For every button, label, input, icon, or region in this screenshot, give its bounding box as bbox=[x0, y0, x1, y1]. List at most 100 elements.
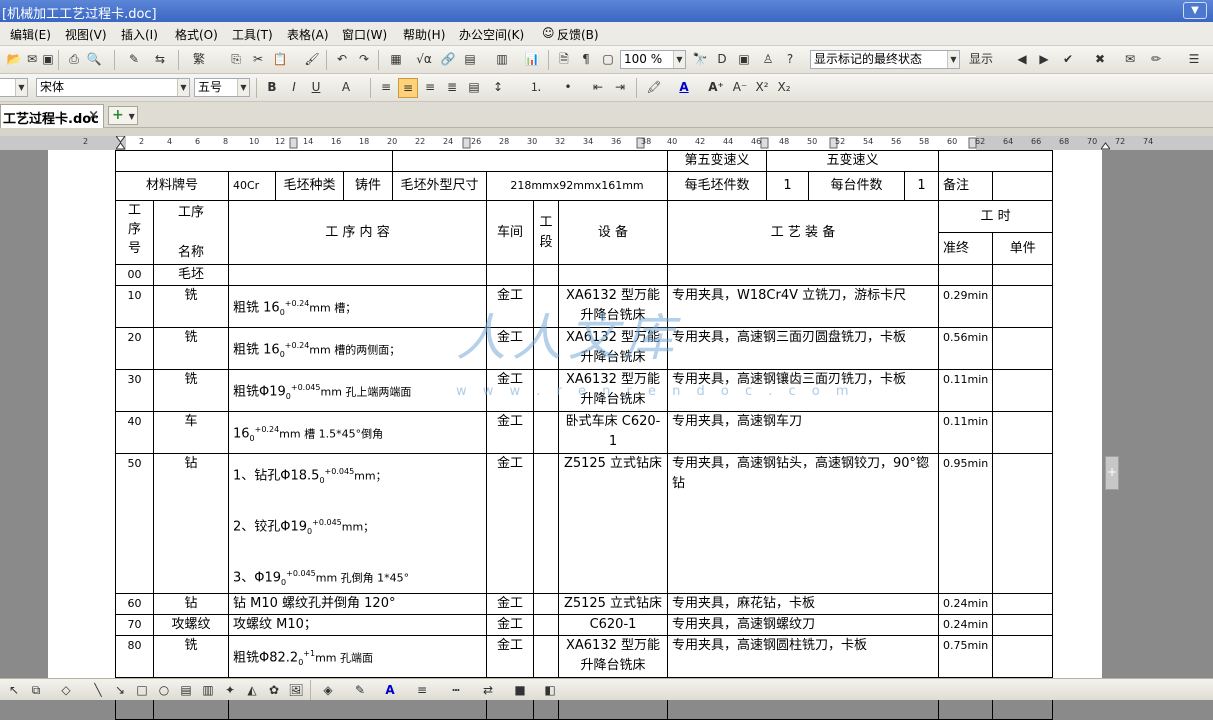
subscript-icon[interactable]: X₂ bbox=[774, 78, 794, 98]
align-center-icon[interactable]: ≡ bbox=[398, 78, 418, 98]
chevron-down-icon[interactable]: ▼ bbox=[947, 51, 959, 68]
table-icon[interactable]: ▤ bbox=[460, 50, 480, 70]
print-icon[interactable]: ⎙ bbox=[64, 50, 84, 70]
3d-icon[interactable]: ◧ bbox=[540, 681, 560, 701]
wordart-icon[interactable]: ✦ bbox=[220, 681, 240, 701]
rectangle-icon[interactable]: □ bbox=[132, 681, 152, 701]
fill-color-icon[interactable]: ◈ bbox=[318, 681, 338, 701]
textbox-icon[interactable]: ▤ bbox=[176, 681, 196, 701]
column-marker-icon[interactable] bbox=[289, 136, 298, 150]
spell-icon[interactable]: ✎ bbox=[124, 50, 144, 70]
side-panel-toggle[interactable]: + bbox=[1105, 456, 1119, 490]
clipart-icon[interactable]: ✿ bbox=[264, 681, 284, 701]
select-cursor-icon[interactable]: ↖ bbox=[4, 681, 24, 701]
pdf-icon[interactable]: ▣ bbox=[38, 50, 58, 70]
line-spacing-icon[interactable]: ↕ bbox=[488, 78, 508, 98]
dash-style-icon[interactable]: ┅ bbox=[446, 681, 466, 701]
align-right-icon[interactable]: ≡ bbox=[420, 78, 440, 98]
chevron-down-icon[interactable]: ▼ bbox=[177, 79, 189, 96]
picture-icon[interactable]: 🖼 bbox=[286, 681, 306, 701]
zoom-select[interactable]: 100 % ▼ bbox=[620, 50, 686, 69]
open-icon[interactable]: 📂 bbox=[4, 50, 24, 70]
column-marker-icon[interactable] bbox=[462, 136, 471, 150]
menu-feedback[interactable]: 反馈(B) bbox=[557, 26, 599, 43]
right-indent-icon[interactable] bbox=[1101, 136, 1110, 150]
menu-format[interactable]: 格式(O) bbox=[175, 26, 218, 43]
menu-tools[interactable]: 工具(T) bbox=[232, 26, 273, 43]
review-pane-icon[interactable]: ☰ bbox=[1184, 50, 1204, 70]
menu-view[interactable]: 视图(V) bbox=[65, 26, 107, 43]
bold-icon[interactable]: B bbox=[262, 78, 282, 98]
grow-font-icon[interactable]: A⁺ bbox=[706, 78, 726, 98]
print-preview-icon[interactable]: 🔍 bbox=[84, 50, 104, 70]
line-style-icon[interactable]: ≡ bbox=[412, 681, 432, 701]
new-tab-button[interactable]: + ▼ bbox=[108, 106, 138, 125]
highlight-icon[interactable]: ✏ bbox=[1146, 50, 1166, 70]
chevron-down-icon[interactable]: ▼ bbox=[15, 79, 27, 96]
menu-edit[interactable]: 编辑(E) bbox=[10, 26, 51, 43]
traditional-chinese-button[interactable]: 繁 bbox=[186, 50, 212, 70]
arrow-style-icon[interactable]: ⇄ bbox=[478, 681, 498, 701]
undo-icon[interactable]: ↶ bbox=[332, 50, 352, 70]
next-change-icon[interactable]: ▶ bbox=[1034, 50, 1054, 70]
column-marker-icon[interactable] bbox=[760, 136, 769, 150]
chevron-down-icon[interactable]: ▼ bbox=[237, 79, 249, 96]
oval-icon[interactable]: ○ bbox=[154, 681, 174, 701]
find-icon[interactable]: 🔭 bbox=[690, 50, 710, 70]
horizontal-ruler[interactable]: 2 2 4 6 8 10 12 14 16 18 20 22 24 26 28 … bbox=[0, 136, 1213, 150]
columns-icon[interactable]: ▥ bbox=[492, 50, 512, 70]
paste-icon[interactable]: 📋 bbox=[270, 50, 290, 70]
close-icon[interactable]: × bbox=[88, 108, 99, 123]
window-menu-button[interactable]: ▼ bbox=[1183, 2, 1207, 19]
help-icon[interactable]: ? bbox=[780, 50, 800, 70]
box-icon[interactable]: ▣ bbox=[734, 50, 754, 70]
reject-change-icon[interactable]: ✖ bbox=[1090, 50, 1110, 70]
split-icon[interactable]: ⇆ bbox=[150, 50, 170, 70]
show-hide-icon[interactable]: ▢ bbox=[598, 50, 618, 70]
markup-select[interactable]: 显示标记的最终状态 ▼ bbox=[810, 50, 960, 69]
underline-icon[interactable]: U bbox=[306, 78, 326, 98]
superscript-icon[interactable]: X² bbox=[752, 78, 772, 98]
menu-insert[interactable]: 插入(I) bbox=[121, 26, 158, 43]
highlight-color-icon[interactable]: 🖍 bbox=[644, 78, 664, 98]
numbering-icon[interactable]: ⒈ bbox=[526, 78, 546, 98]
style-select[interactable]: ▼ bbox=[0, 78, 28, 97]
shirt-icon[interactable]: ♙ bbox=[758, 50, 778, 70]
font-size-select[interactable]: 五号 ▼ bbox=[194, 78, 250, 97]
italic-icon[interactable]: I bbox=[284, 78, 304, 98]
diagram-icon[interactable]: ◭ bbox=[242, 681, 262, 701]
font-select[interactable]: 宋体 ▼ bbox=[36, 78, 190, 97]
menu-help[interactable]: 帮助(H) bbox=[403, 26, 445, 43]
chart-icon[interactable]: 📊 bbox=[522, 50, 542, 70]
indent-marker-icon[interactable] bbox=[116, 136, 125, 150]
chevron-down-icon[interactable]: ▼ bbox=[673, 51, 685, 68]
line-icon[interactable]: ╲ bbox=[88, 681, 108, 701]
document-map-icon[interactable]: 🗎 bbox=[554, 50, 574, 70]
format-painter-icon[interactable]: 🖌 bbox=[302, 50, 322, 70]
menu-office-space[interactable]: 办公空间(K) bbox=[459, 26, 524, 43]
menu-window[interactable]: 窗口(W) bbox=[342, 26, 387, 43]
line-color-icon[interactable]: ✎ bbox=[350, 681, 370, 701]
feedback-icon[interactable]: ☺ bbox=[542, 26, 555, 40]
formula-icon[interactable]: √α bbox=[414, 50, 434, 70]
tab-document[interactable]: 工艺过程卡.doc × bbox=[0, 104, 104, 128]
vertical-textbox-icon[interactable]: ▥ bbox=[198, 681, 218, 701]
previous-change-icon[interactable]: ◀ bbox=[1012, 50, 1032, 70]
show-menu-button[interactable]: 显示 bbox=[964, 50, 998, 70]
increase-indent-icon[interactable]: ⇥ bbox=[610, 78, 630, 98]
insert-table-icon[interactable]: ▦ bbox=[386, 50, 406, 70]
shrink-font-icon[interactable]: A⁻ bbox=[730, 78, 750, 98]
arrow-icon[interactable]: ↘ bbox=[110, 681, 130, 701]
process-card-table[interactable]: 第五变速义 五变速义 材料牌号 40Cr 毛坯种类 铸件 毛坯外型尺寸 218m… bbox=[115, 150, 1054, 720]
chevron-down-icon[interactable]: ▼ bbox=[129, 112, 135, 121]
align-left-icon[interactable]: ≡ bbox=[376, 78, 396, 98]
font-effects-icon[interactable]: A bbox=[336, 78, 356, 98]
comment-icon[interactable]: ✉ bbox=[1120, 50, 1140, 70]
copy-icon[interactable]: ⎘ bbox=[226, 50, 246, 70]
cut-icon[interactable]: ✂ bbox=[248, 50, 268, 70]
font-color-icon[interactable]: A bbox=[674, 78, 694, 98]
redo-icon[interactable]: ↷ bbox=[354, 50, 374, 70]
d-icon[interactable]: D bbox=[712, 50, 732, 70]
accept-change-icon[interactable]: ✔ bbox=[1058, 50, 1078, 70]
autoshape-icon[interactable]: ⧉ bbox=[26, 681, 46, 701]
